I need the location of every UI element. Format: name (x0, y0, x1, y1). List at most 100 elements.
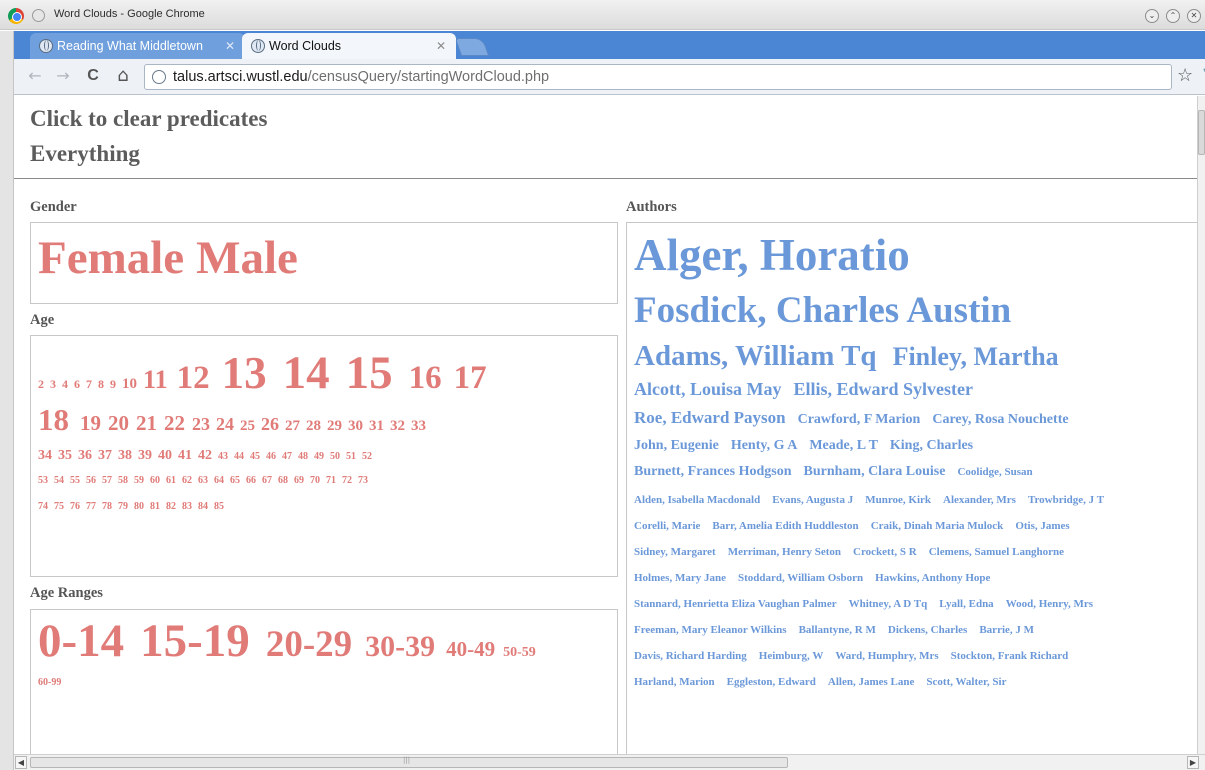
age-term[interactable]: 58 (118, 475, 128, 486)
age-term[interactable]: 12 (177, 360, 210, 396)
age-term[interactable]: 39 (138, 448, 152, 463)
age-term[interactable]: 70 (310, 475, 320, 486)
age-term[interactable]: 2 (38, 377, 44, 391)
age-term[interactable]: 40 (158, 448, 172, 463)
author-term[interactable]: Wood, Henry, Mrs (1006, 598, 1093, 610)
age-term[interactable]: 56 (86, 475, 96, 486)
back-arrow-icon[interactable]: ← (24, 65, 46, 87)
tab-close-icon[interactable]: ✕ (436, 33, 446, 59)
gender-term[interactable]: Female (38, 232, 184, 284)
author-term[interactable]: Alger, Horatio (634, 230, 910, 280)
author-term[interactable]: Meade, L T (809, 438, 878, 453)
author-term[interactable]: Trowbridge, J T (1028, 494, 1104, 506)
age-term[interactable]: 10 (122, 376, 137, 392)
author-term[interactable]: Sidney, Margaret (634, 546, 716, 558)
author-term[interactable]: Stoddard, William Osborn (738, 572, 863, 584)
author-term[interactable]: Barrie, J M (979, 624, 1034, 636)
author-term[interactable]: Evans, Augusta J (772, 494, 853, 506)
age-term[interactable]: 6 (74, 377, 80, 391)
author-term[interactable]: Corelli, Marie (634, 520, 700, 532)
age-range-term[interactable]: 60-99 (38, 677, 61, 688)
age-term[interactable]: 18 (38, 402, 69, 437)
author-term[interactable]: Ward, Humphry, Mrs (835, 650, 938, 662)
maximize-button[interactable]: ⌃ (1166, 9, 1180, 23)
age-term[interactable]: 44 (234, 451, 244, 462)
age-term[interactable]: 51 (346, 451, 356, 462)
age-term[interactable]: 32 (390, 418, 405, 434)
author-term[interactable]: Allen, James Lane (828, 676, 914, 688)
age-term[interactable]: 25 (240, 418, 255, 434)
age-term[interactable]: 33 (411, 418, 426, 434)
age-term[interactable]: 55 (70, 475, 80, 486)
author-term[interactable]: Freeman, Mary Eleanor Wilkins (634, 624, 787, 636)
age-term[interactable]: 61 (166, 475, 176, 486)
author-term[interactable]: Henty, G A (731, 438, 798, 453)
age-term[interactable]: 69 (294, 475, 304, 486)
author-term[interactable]: Eggleston, Edward (727, 676, 816, 688)
home-icon[interactable]: ⌂ (112, 65, 134, 87)
age-term[interactable]: 84 (198, 501, 208, 512)
age-term[interactable]: 66 (246, 475, 256, 486)
reload-icon[interactable]: C (82, 65, 104, 87)
age-term[interactable]: 29 (327, 418, 342, 434)
age-term[interactable]: 50 (330, 451, 340, 462)
age-term[interactable]: 79 (118, 501, 128, 512)
age-term[interactable]: 24 (216, 414, 234, 434)
age-term[interactable]: 71 (326, 475, 336, 486)
age-term[interactable]: 42 (198, 448, 212, 463)
age-term[interactable]: 9 (110, 377, 116, 391)
age-term[interactable]: 80 (134, 501, 144, 512)
scroll-left-arrow-icon[interactable]: ◀ (15, 756, 27, 769)
scroll-right-arrow-icon[interactable]: ▶ (1187, 756, 1199, 769)
age-term[interactable]: 20 (108, 411, 129, 435)
author-term[interactable]: Burnett, Frances Hodgson (634, 464, 792, 479)
author-term[interactable]: Coolidge, Susan (957, 466, 1032, 478)
author-term[interactable]: Holmes, Mary Jane (634, 572, 726, 584)
age-term[interactable]: 22 (164, 411, 185, 435)
age-term[interactable]: 16 (409, 360, 442, 396)
author-term[interactable]: Whitney, A D Tq (849, 598, 928, 610)
age-term[interactable]: 65 (230, 475, 240, 486)
age-term[interactable]: 54 (54, 475, 64, 486)
age-term[interactable]: 78 (102, 501, 112, 512)
author-term[interactable]: Craik, Dinah Maria Mulock (871, 520, 1004, 532)
age-range-term[interactable]: 30-39 (365, 630, 435, 663)
author-term[interactable]: Lyall, Edna (939, 598, 993, 610)
author-term[interactable]: Scott, Walter, Sir (926, 676, 1006, 688)
age-range-term[interactable]: 15-19 (140, 615, 250, 667)
author-term[interactable]: King, Charles (890, 438, 973, 453)
author-term[interactable]: Otis, James (1015, 520, 1069, 532)
age-term[interactable]: 21 (136, 411, 157, 435)
author-term[interactable]: Harland, Marion (634, 676, 715, 688)
author-term[interactable]: Alden, Isabella Macdonald (634, 494, 760, 506)
age-term[interactable]: 57 (102, 475, 112, 486)
age-term[interactable]: 52 (362, 451, 372, 462)
age-term[interactable]: 82 (166, 501, 176, 512)
age-term[interactable]: 77 (86, 501, 96, 512)
age-term[interactable]: 47 (282, 451, 292, 462)
age-term[interactable]: 59 (134, 475, 144, 486)
author-term[interactable]: Finley, Martha (893, 342, 1059, 371)
age-term[interactable]: 37 (98, 448, 112, 463)
age-term[interactable]: 13 (222, 348, 267, 398)
age-term[interactable]: 26 (261, 414, 279, 434)
author-term[interactable]: Davis, Richard Harding (634, 650, 747, 662)
author-term[interactable]: Hawkins, Anthony Hope (875, 572, 990, 584)
author-term[interactable]: Merriman, Henry Seton (728, 546, 841, 558)
author-term[interactable]: Barr, Amelia Edith Huddleston (712, 520, 858, 532)
age-term[interactable]: 60 (150, 475, 160, 486)
age-term[interactable]: 85 (214, 501, 224, 512)
vertical-scroll-thumb[interactable] (1198, 110, 1205, 155)
author-term[interactable]: Fosdick, Charles Austin (634, 290, 1011, 331)
gender-term[interactable]: Male (196, 232, 298, 284)
vertical-scrollbar[interactable] (1197, 96, 1205, 754)
age-term[interactable]: 36 (78, 448, 92, 463)
address-bar[interactable]: talus.artsci.wustl.edu/censusQuery/start… (144, 64, 1172, 90)
window-menu-button[interactable] (32, 9, 45, 22)
author-term[interactable]: Burnham, Clara Louise (804, 464, 946, 479)
age-term[interactable]: 14 (283, 347, 330, 399)
age-range-term[interactable]: 40-49 (446, 637, 495, 661)
age-term[interactable]: 35 (58, 448, 72, 463)
age-range-term[interactable]: 0-14 (38, 615, 124, 667)
author-term[interactable]: Crockett, S R (853, 546, 917, 558)
